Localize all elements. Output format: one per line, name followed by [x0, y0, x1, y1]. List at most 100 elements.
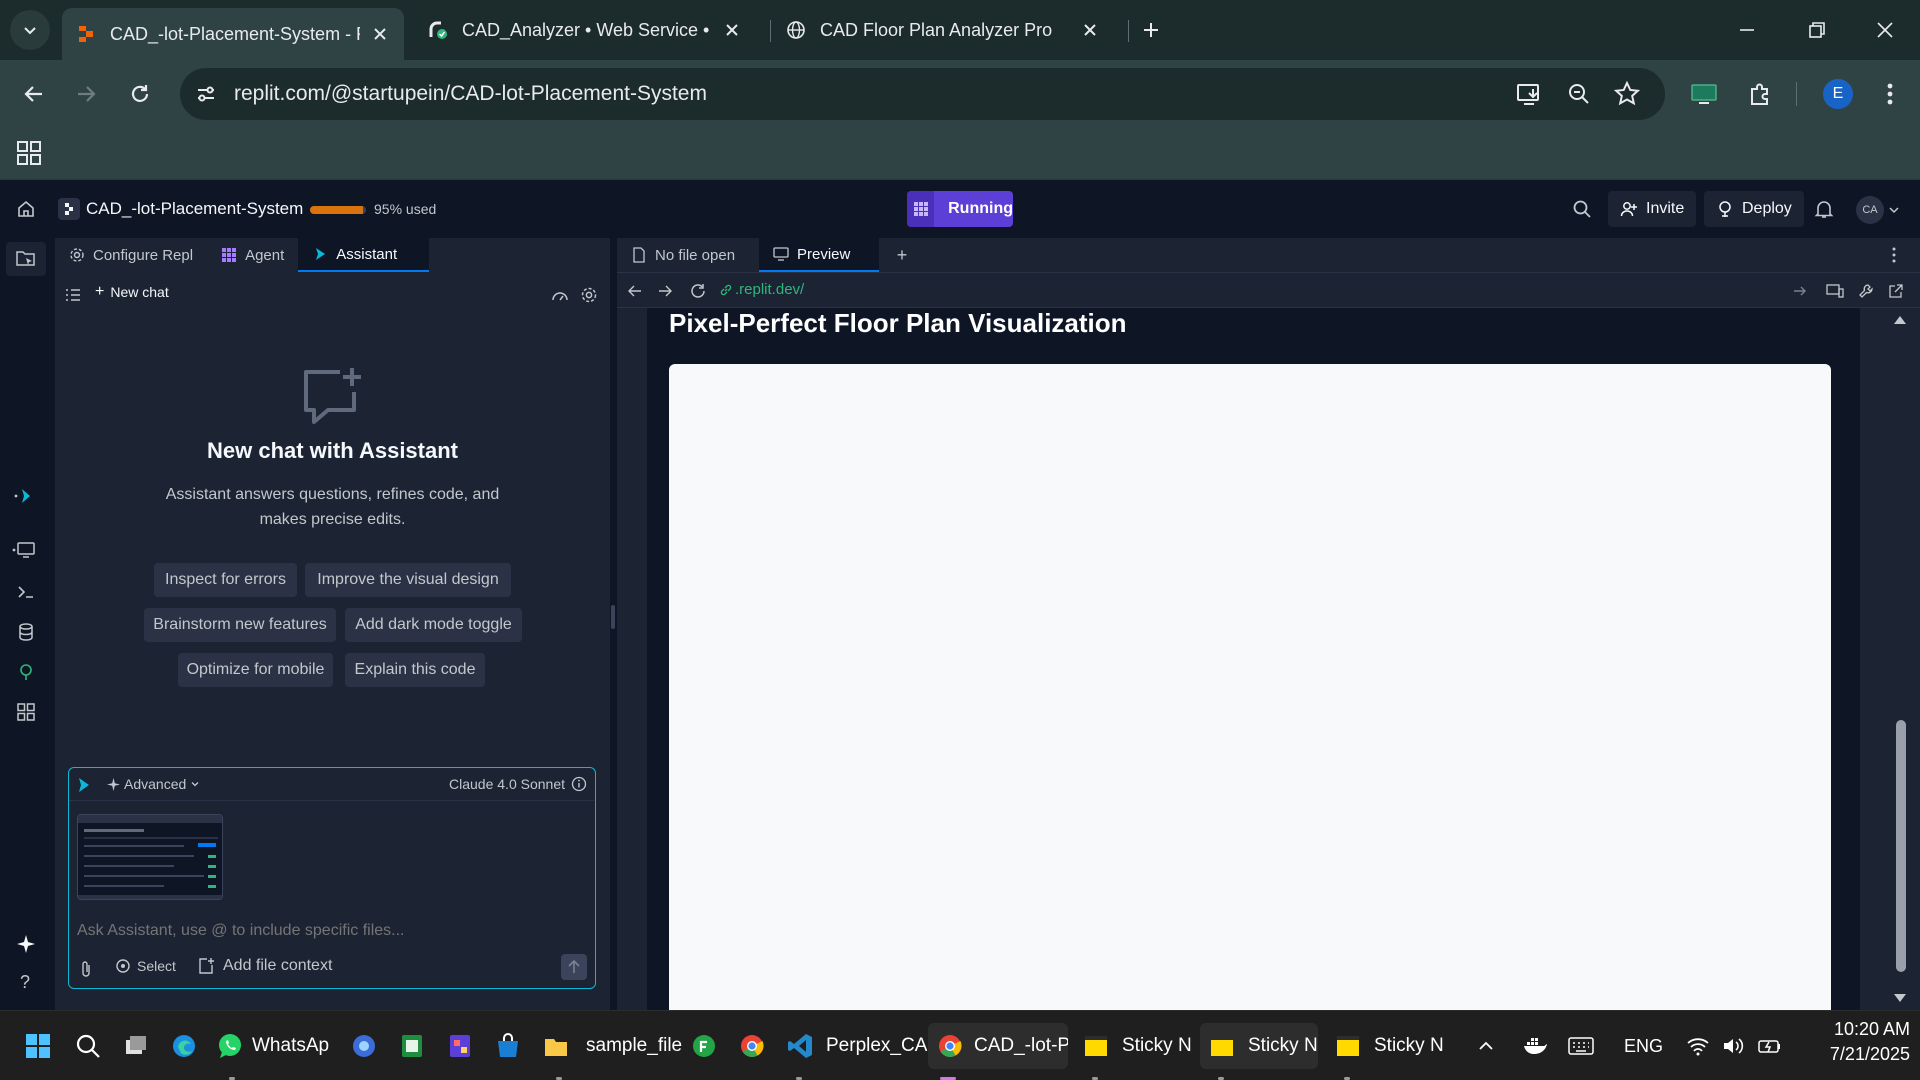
zoom-button[interactable]: [1565, 80, 1593, 108]
suggestion-chip[interactable]: Explain this code: [345, 653, 485, 687]
taskbar-vscode[interactable]: Perplex_CA: [786, 1023, 927, 1069]
preview-reload-button[interactable]: [689, 282, 707, 300]
preview-webview[interactable]: Pixel-Perfect Floor Plan Visualization: [621, 308, 1899, 1010]
close-tab-icon[interactable]: [370, 24, 390, 44]
send-button[interactable]: [561, 954, 587, 980]
preview-forward-button[interactable]: [657, 283, 673, 299]
scrollbar-thumb[interactable]: [1896, 720, 1906, 972]
extensions-button[interactable]: [1740, 74, 1780, 114]
tab-preview[interactable]: Preview: [759, 238, 879, 272]
tab-assistant[interactable]: Assistant: [298, 238, 430, 272]
tray-docker[interactable]: [1522, 1023, 1548, 1069]
cast-button[interactable]: [1684, 74, 1724, 114]
floor-plan-canvas[interactable]: [669, 364, 1831, 1010]
preview-scrollbar[interactable]: [1888, 308, 1912, 1010]
shell-tool-button[interactable]: [16, 582, 36, 602]
scroll-down-arrow-icon[interactable]: [1892, 992, 1908, 1004]
bookmark-button[interactable]: [1613, 80, 1641, 108]
minimize-window-button[interactable]: [1722, 8, 1772, 52]
run-status-button[interactable]: Running: [907, 191, 1013, 227]
close-tab-icon[interactable]: [722, 20, 742, 40]
webview-tool-button[interactable]: [12, 540, 36, 560]
repl-name[interactable]: CAD_-lot-Placement-System: [86, 199, 303, 219]
tray-battery[interactable]: [1758, 1023, 1782, 1069]
taskbar-chrome[interactable]: [738, 1023, 766, 1069]
suggestion-chip[interactable]: Optimize for mobile: [178, 653, 333, 687]
stop-button[interactable]: [907, 191, 935, 227]
profile-button[interactable]: E: [1818, 74, 1858, 114]
attached-image-thumbnail[interactable]: [77, 814, 223, 900]
deploy-button[interactable]: Deploy: [1704, 191, 1804, 227]
notifications-button[interactable]: [1814, 199, 1834, 219]
back-button[interactable]: [14, 74, 54, 114]
close-tab-icon[interactable]: [1080, 20, 1100, 40]
suggestion-chip[interactable]: Inspect for errors: [154, 563, 297, 597]
taskbar-sheets[interactable]: [398, 1023, 426, 1069]
taskbar-edge[interactable]: [170, 1023, 198, 1069]
taskbar-app-red[interactable]: [446, 1023, 474, 1069]
deployments-tool-button[interactable]: [16, 662, 36, 682]
files-toggle-button[interactable]: [6, 242, 46, 276]
input-language-indicator[interactable]: ENG: [1624, 1023, 1663, 1069]
select-element-button[interactable]: Select: [115, 958, 176, 974]
close-window-button[interactable]: [1860, 8, 1910, 52]
tab-configure-repl[interactable]: Configure Repl: [55, 238, 207, 272]
search-button[interactable]: [1572, 199, 1592, 219]
chrome-menu-button[interactable]: [1870, 74, 1910, 114]
usage-meter-button[interactable]: [551, 288, 569, 302]
attach-file-button[interactable]: [79, 960, 93, 978]
new-tab-plus-icon[interactable]: +: [879, 238, 925, 272]
scroll-up-arrow-icon[interactable]: [1892, 314, 1908, 326]
tray-volume[interactable]: [1722, 1023, 1746, 1069]
whats-new-button[interactable]: [16, 934, 36, 954]
pane-resize-handle[interactable]: [611, 605, 615, 629]
tab-search-button[interactable]: [10, 10, 50, 50]
browser-tab-replit[interactable]: CAD_-lot-Placement-System - R: [62, 8, 404, 60]
tray-keyboard[interactable]: [1568, 1023, 1594, 1069]
account-menu[interactable]: CA: [1856, 196, 1900, 224]
preview-url-field[interactable]: .replit.dev/: [719, 281, 804, 298]
open-url-button[interactable]: [1792, 283, 1808, 299]
assistant-prompt-input[interactable]: [77, 918, 577, 944]
new-chat-button[interactable]: + New chat: [95, 283, 169, 301]
device-preview-button[interactable]: [1826, 283, 1844, 299]
taskbar-whatsapp[interactable]: WhatsAp: [216, 1023, 329, 1069]
help-button[interactable]: ?: [20, 972, 30, 993]
database-tool-button[interactable]: [16, 622, 36, 642]
mode-selector[interactable]: Advanced: [107, 776, 200, 792]
task-view-button[interactable]: [122, 1023, 150, 1069]
show-hidden-icons-button[interactable]: [1476, 1023, 1496, 1069]
restore-window-button[interactable]: [1792, 8, 1842, 52]
forward-button[interactable]: [66, 74, 106, 114]
preview-back-button[interactable]: [627, 283, 643, 299]
taskbar-file-explorer[interactable]: sample_file: [542, 1023, 682, 1069]
taskbar-app-blue[interactable]: [350, 1023, 378, 1069]
start-button[interactable]: [24, 1023, 52, 1069]
tab-no-file[interactable]: No file open: [617, 238, 759, 272]
assistant-tool-button[interactable]: [14, 486, 34, 506]
info-icon[interactable]: [571, 776, 587, 792]
model-selector[interactable]: Claude 4.0 Sonnet: [449, 776, 587, 792]
all-tools-button[interactable]: [16, 702, 36, 722]
tray-wifi[interactable]: [1686, 1023, 1710, 1069]
invite-button[interactable]: Invite: [1608, 191, 1697, 227]
home-button[interactable]: [16, 199, 36, 219]
taskbar-search-button[interactable]: [74, 1023, 102, 1069]
open-new-tab-button[interactable]: [1888, 283, 1904, 299]
suggestion-chip[interactable]: Improve the visual design: [305, 563, 511, 597]
taskbar-store[interactable]: [494, 1023, 522, 1069]
devtools-button[interactable]: [1858, 283, 1874, 299]
clock[interactable]: 10:20 AM 7/21/2025: [1794, 1019, 1910, 1065]
browser-tab-render[interactable]: CAD_Analyzer • Web Service • I: [414, 8, 756, 52]
tab-agent[interactable]: Agent: [207, 238, 298, 272]
pane-menu-button[interactable]: [1892, 247, 1896, 263]
address-bar[interactable]: replit.com/@startupein/CAD-lot-Placement…: [180, 68, 1665, 120]
taskbar-chrome-replit[interactable]: CAD_-lot-P: [928, 1023, 1068, 1069]
browser-tab-analyzer[interactable]: CAD Floor Plan Analyzer Pro: [772, 8, 1114, 52]
install-app-button[interactable]: [1515, 80, 1543, 108]
assistant-settings-button[interactable]: [580, 286, 598, 304]
taskbar-sticky-notes-3[interactable]: Sticky N: [1334, 1023, 1444, 1069]
suggestion-chip[interactable]: Add dark mode toggle: [345, 608, 522, 642]
chat-history-button[interactable]: [65, 288, 81, 302]
suggestion-chip[interactable]: Brainstorm new features: [144, 608, 336, 642]
